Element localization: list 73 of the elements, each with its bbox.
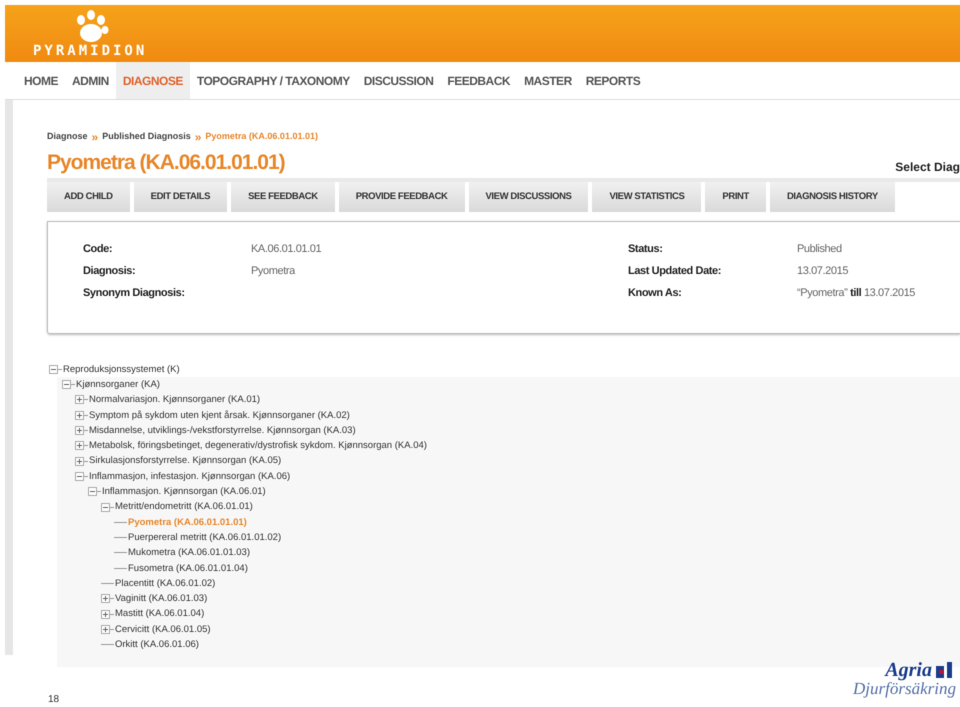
tree-item[interactable]: Vaginitt (KA.06.01.03) — [115, 594, 208, 604]
tree-item[interactable]: Orkitt (KA.06.01.06) — [115, 640, 199, 650]
tree-item[interactable]: Misdannelse, utviklings-/vekstforstyrrelse. Kjønnsorgan (KA.03) — [89, 426, 356, 436]
field-value: 13.07.2015 — [797, 266, 848, 277]
nav-tab[interactable]: HOME — [17, 62, 65, 99]
logo-text: PYRAMIDION — [33, 44, 148, 58]
breadcrumb-link[interactable]: Diagnose — [47, 130, 88, 144]
expand-icon[interactable] — [75, 456, 88, 466]
field-label: Code: — [83, 244, 114, 255]
action-button[interactable]: ADD CHILD — [47, 182, 130, 212]
nav-tab[interactable]: TOPOGRAPHY / TAXONOMY — [190, 62, 357, 99]
action-button[interactable]: PRINT — [705, 182, 766, 212]
tree-item[interactable]: Reproduksjonssystemet (K) — [63, 364, 180, 374]
field-label: Diagnosis: — [83, 266, 136, 277]
tree-item[interactable]: Fusometra (KA.06.01.01.04) — [128, 564, 248, 573]
logo-text: Agria — [885, 660, 932, 680]
page-title: Pyometra (KA.06.01.01.01) — [47, 150, 285, 176]
breadcrumb-link[interactable]: Published Diagnosis — [102, 130, 191, 144]
action-button[interactable]: PROVIDE FEEDBACK — [338, 182, 464, 212]
field-value: KA.06.01.01.01 — [251, 244, 322, 255]
tree-connector — [101, 644, 114, 646]
nav-tab[interactable]: ADMIN — [65, 62, 116, 99]
tree-item[interactable]: Inflammasjon, infestasjon. Kjønnsorgan (KA.06) — [89, 472, 290, 482]
expand-icon[interactable] — [101, 610, 114, 619]
tree-connector — [114, 522, 127, 523]
tree-item[interactable]: Metritt/endometritt (KA.06.01.01) — [115, 502, 253, 512]
collapse-icon[interactable] — [101, 502, 114, 512]
nav-tab[interactable]: FEEDBACK — [440, 62, 518, 99]
tree-item[interactable]: Symptom på sykdom uten kjent årsak. Kjønnsorganer (KA.02) — [89, 410, 350, 420]
select-label: Select Diag — [895, 158, 960, 176]
nav-tab[interactable]: DISCUSSION — [356, 62, 440, 99]
action-button[interactable]: SEE FEEDBACK — [231, 182, 335, 212]
action-button[interactable]: VIEW DISCUSSIONS — [468, 182, 588, 212]
tree-connector — [101, 583, 114, 584]
tree-connector — [114, 568, 127, 569]
expand-icon[interactable] — [75, 441, 88, 450]
expand-icon[interactable] — [75, 426, 88, 436]
expand-icon[interactable] — [101, 624, 114, 634]
tree-item[interactable]: Mukometra (KA.06.01.01.03) — [128, 548, 250, 558]
page-number: 18 — [48, 693, 60, 707]
field-label: Status: — [628, 244, 664, 255]
field-label: Synonym Diagnosis: — [83, 288, 186, 299]
field-value: Pyometra — [251, 266, 295, 277]
breadcrumb-separator: » — [194, 130, 202, 143]
tree-item[interactable]: Inflammasjon. Kjønnsorgan (KA.06.01) — [102, 487, 266, 497]
tree-item[interactable]: Cervicitt (KA.06.01.05) — [115, 624, 211, 634]
tree-item[interactable]: Kjønnsorganer (KA) — [76, 380, 160, 390]
logo-subtitle: Djurförsäkring — [853, 680, 956, 697]
collapse-icon[interactable] — [88, 487, 101, 496]
tree-item[interactable]: Sirkulasjonsforstyrrelse. Kjønnsorgan (KA.05) — [89, 456, 282, 466]
breadcrumb-separator: » — [92, 130, 98, 143]
tree-item[interactable]: Metabolsk, föringsbetinget, degenerativ/dystrofisk sykdom. Kjønnsorgan (KA.04) — [89, 441, 427, 451]
nav-tab[interactable]: REPORTS — [578, 62, 648, 99]
collapse-icon[interactable] — [49, 364, 62, 374]
tree-connector — [114, 552, 127, 554]
field-value: Published — [797, 244, 842, 255]
collapse-icon[interactable] — [75, 472, 88, 481]
action-button[interactable]: VIEW STATISTICS — [592, 182, 702, 212]
nav-tab[interactable]: MASTER — [517, 62, 579, 99]
tree-item[interactable]: Mastitt (KA.06.01.04) — [115, 609, 204, 619]
tree-connector — [114, 537, 127, 538]
action-button[interactable]: DIAGNOSIS HISTORY — [770, 182, 895, 212]
tree-item[interactable]: Placentitt (KA.06.01.02) — [115, 578, 216, 588]
action-button[interactable]: EDIT DETAILS — [134, 182, 228, 212]
tree-item[interactable]: Puerpereral metritt (KA.06.01.01.02) — [128, 532, 282, 542]
field-value: “Pyometra” till 13.07.2015 — [797, 288, 916, 299]
expand-icon[interactable] — [75, 410, 88, 420]
expand-icon[interactable] — [101, 594, 114, 604]
field-label: Known As: — [628, 288, 682, 299]
expand-icon[interactable] — [75, 395, 88, 404]
collapse-icon[interactable] — [62, 380, 75, 390]
field-label: Last Updated Date: — [628, 266, 722, 277]
tree-item[interactable]: Normalvariasjon. Kjønnsorganer (KA.01) — [89, 395, 260, 405]
